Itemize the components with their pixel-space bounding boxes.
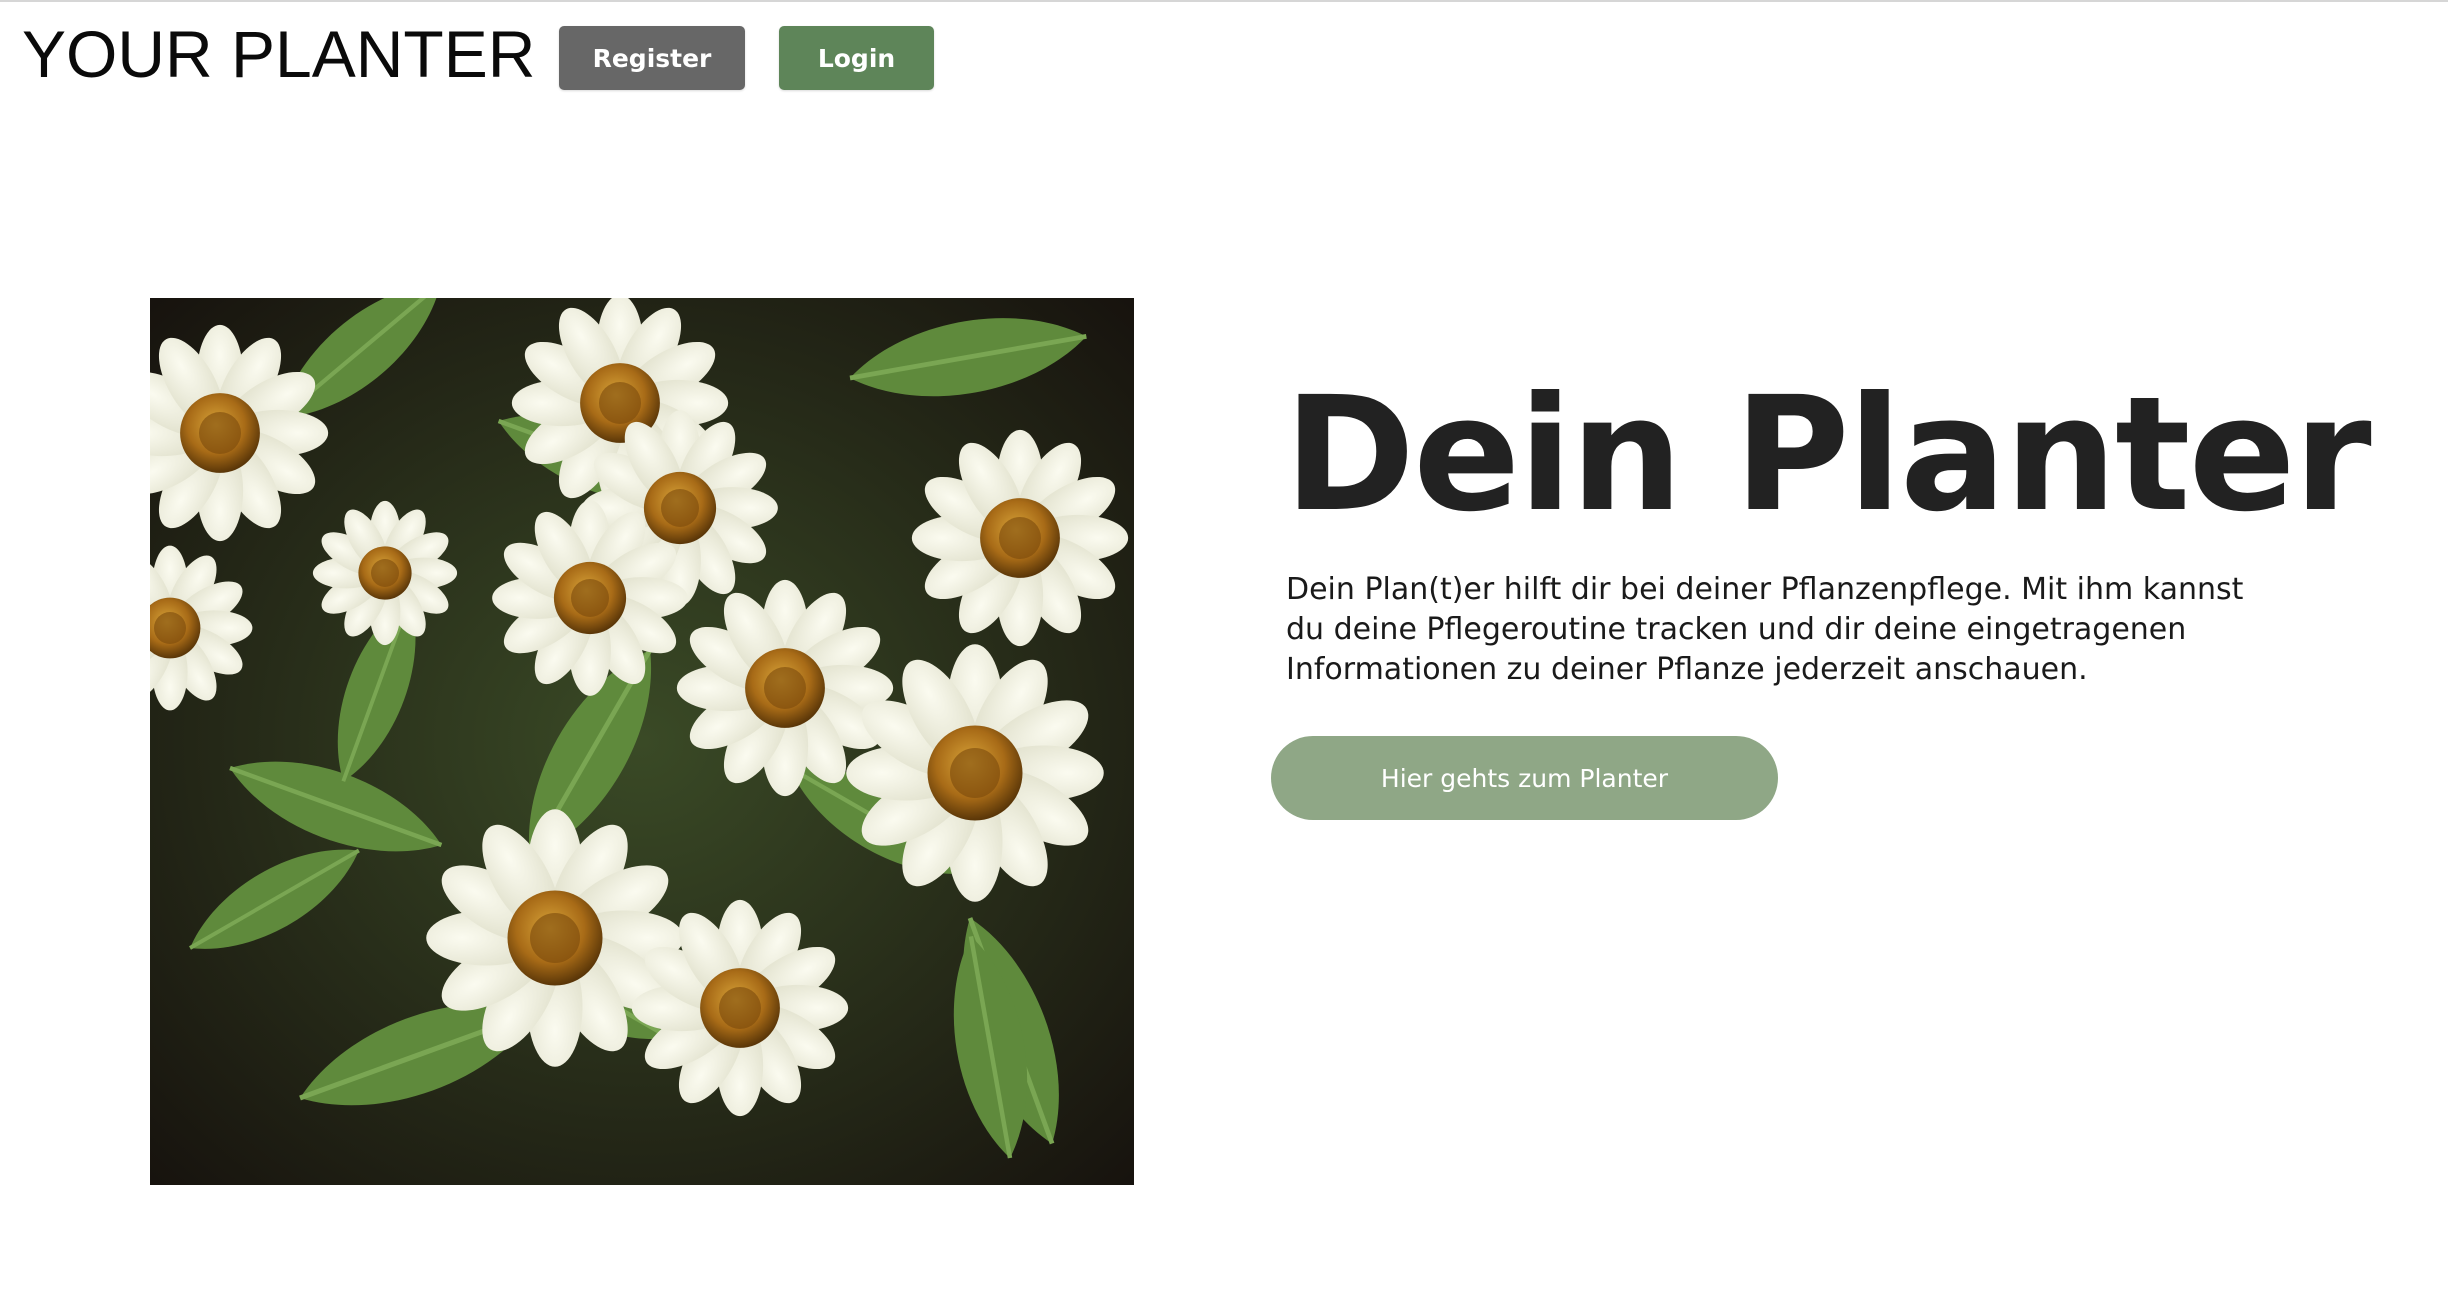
top-border <box>0 0 2448 2</box>
flowers-image <box>150 298 1134 1185</box>
hero-title: Dein Planter <box>1284 363 2372 547</box>
login-button[interactable]: Login <box>779 26 934 90</box>
register-button[interactable]: Register <box>559 26 745 90</box>
hero-description: Dein Plan(t)er hilft dir bei deiner Pfla… <box>1286 572 2244 687</box>
site-logo: YOUR PLANTER <box>22 17 536 91</box>
go-to-planter-button[interactable]: Hier gehts zum Planter <box>1271 736 1778 820</box>
